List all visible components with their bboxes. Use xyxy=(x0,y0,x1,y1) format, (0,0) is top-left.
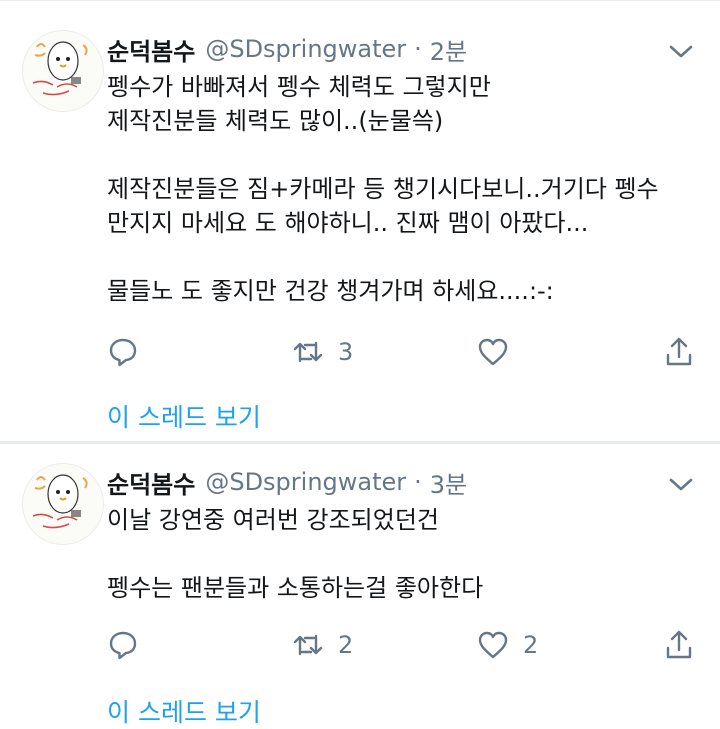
tweet-text: 이날 강연중 여러번 강조되었던건 펭수는 팬분들과 소통하는걸 좋아한다 xyxy=(107,506,484,602)
like-button[interactable] xyxy=(477,332,523,372)
display-name[interactable]: 순덕봄수 xyxy=(107,465,195,500)
reply-icon xyxy=(109,338,137,367)
chevron-down-icon[interactable] xyxy=(664,471,698,497)
share-button[interactable] xyxy=(663,625,695,665)
tweet-text: 펭수가 바빠져서 펭수 체력도 그렇지만 제작진분들 체력도 많이..(눈물쓱)… xyxy=(107,73,659,305)
chevron-down-icon[interactable] xyxy=(664,38,698,64)
retweet-button[interactable]: 2 xyxy=(292,625,353,665)
avatar[interactable] xyxy=(22,463,104,545)
share-icon xyxy=(666,337,692,366)
avatar[interactable] xyxy=(22,30,104,112)
like-count: 2 xyxy=(523,631,539,659)
tweet[interactable]: 순덕봄수 @SDspringwater · 2분 펭수가 바빠져서 펭수 체력도… xyxy=(0,0,720,442)
penguin-doodle-avatar-icon xyxy=(32,474,88,529)
tweet-header: 순덕봄수 @SDspringwater · 3분 xyxy=(107,465,467,499)
display-name[interactable]: 순덕봄수 xyxy=(107,32,195,67)
like-icon xyxy=(478,338,508,366)
show-thread-link[interactable]: 이 스레드 보기 xyxy=(107,693,261,729)
like-button[interactable]: 2 xyxy=(477,625,538,665)
retweet-button[interactable]: 3 xyxy=(292,332,353,372)
share-icon xyxy=(666,630,692,659)
like-icon xyxy=(478,631,508,659)
timestamp[interactable]: 3분 xyxy=(430,465,467,500)
penguin-doodle-avatar-icon xyxy=(32,41,88,96)
share-button[interactable] xyxy=(663,332,695,372)
tweet-header: 순덕봄수 @SDspringwater · 2분 xyxy=(107,32,467,66)
reply-button[interactable] xyxy=(107,332,153,372)
tweet-actions: 2 2 xyxy=(107,625,707,665)
reply-icon xyxy=(109,631,137,660)
tweet-actions: 3 xyxy=(107,332,707,372)
retweet-count: 2 xyxy=(338,631,354,659)
timestamp[interactable]: 2분 xyxy=(430,32,467,67)
tweet[interactable]: 순덕봄수 @SDspringwater · 3분 이날 강연중 여러번 강조되었… xyxy=(0,443,720,727)
separator-dot: · xyxy=(414,35,422,63)
user-handle[interactable]: @SDspringwater xyxy=(205,35,406,63)
reply-button[interactable] xyxy=(107,625,153,665)
retweet-count: 3 xyxy=(338,338,354,366)
separator-dot: · xyxy=(414,468,422,496)
retweet-icon xyxy=(293,634,323,656)
retweet-icon xyxy=(293,341,323,363)
show-thread-link[interactable]: 이 스레드 보기 xyxy=(107,398,261,434)
user-handle[interactable]: @SDspringwater xyxy=(205,468,406,496)
